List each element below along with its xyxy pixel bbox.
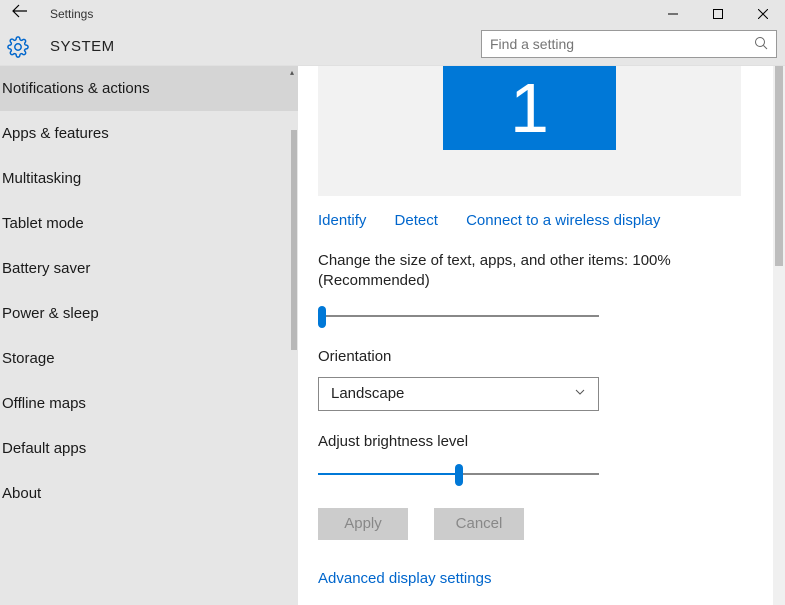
search-input[interactable] [490, 36, 754, 52]
monitor-number: 1 [510, 68, 549, 148]
orientation-label: Orientation [318, 348, 741, 365]
display-links: Identify Detect Connect to a wireless di… [318, 212, 785, 229]
scale-slider[interactable] [318, 306, 599, 326]
maximize-icon [713, 9, 723, 19]
sidebar-item-battery[interactable]: Battery saver [0, 246, 298, 291]
detect-link[interactable]: Detect [395, 212, 438, 229]
advanced-display-link[interactable]: Advanced display settings [318, 570, 785, 587]
sidebar-item-apps[interactable]: Apps & features [0, 111, 298, 156]
cancel-label: Cancel [456, 515, 503, 532]
window-title: Settings [50, 7, 93, 21]
header: SYSTEM [0, 28, 785, 66]
sidebar-item-label: Default apps [2, 440, 86, 457]
sidebar-item-storage[interactable]: Storage [0, 336, 298, 381]
close-icon [758, 9, 768, 19]
sidebar-item-label: Apps & features [2, 125, 109, 142]
scroll-up-icon: ▴ [290, 68, 294, 77]
content-scrollbar-thumb[interactable] [775, 66, 783, 266]
display-preview: 1 [318, 66, 741, 196]
search-box[interactable] [481, 30, 777, 58]
sidebar-item-label: Battery saver [2, 260, 90, 277]
brightness-slider[interactable] [318, 464, 599, 484]
settings-gear-icon[interactable] [6, 35, 30, 59]
sidebar-item-tablet[interactable]: Tablet mode [0, 201, 298, 246]
slider-thumb[interactable] [318, 306, 326, 328]
minimize-icon [668, 9, 678, 19]
brightness-setting: Adjust brightness level [318, 433, 741, 484]
content-scrollbar[interactable] [773, 66, 785, 605]
sidebar-scrollbar[interactable]: ▴ [290, 66, 298, 605]
minimize-button[interactable] [650, 0, 695, 28]
sidebar-item-about[interactable]: About [0, 471, 298, 516]
sidebar-item-label: Offline maps [2, 395, 86, 412]
monitor-1[interactable]: 1 [443, 66, 616, 150]
sidebar-scrollbar-thumb[interactable] [291, 130, 297, 350]
brightness-label: Adjust brightness level [318, 433, 741, 450]
sidebar-item-label: Multitasking [2, 170, 81, 187]
sidebar-item-default-apps[interactable]: Default apps [0, 426, 298, 471]
slider-fill [318, 473, 459, 475]
window-controls [650, 0, 785, 28]
sidebar-item-label: Tablet mode [2, 215, 84, 232]
search-icon [754, 36, 768, 53]
apply-cancel-row: Apply Cancel [318, 508, 785, 540]
scale-label: Change the size of text, apps, and other… [318, 251, 741, 292]
slider-track-line [318, 315, 599, 317]
chevron-down-icon [574, 385, 586, 402]
titlebar: Settings [0, 0, 785, 28]
scale-setting: Change the size of text, apps, and other… [318, 251, 741, 326]
slider-thumb[interactable] [455, 464, 463, 486]
content-pane: 1 Identify Detect Connect to a wireless … [298, 66, 785, 605]
section-title: SYSTEM [50, 38, 115, 55]
apply-label: Apply [344, 515, 382, 532]
back-arrow-icon [12, 4, 28, 18]
sidebar-item-label: Storage [2, 350, 55, 367]
sidebar-item-label: About [2, 485, 41, 502]
identify-link[interactable]: Identify [318, 212, 366, 229]
maximize-button[interactable] [695, 0, 740, 28]
sidebar-item-power[interactable]: Power & sleep [0, 291, 298, 336]
apply-button[interactable]: Apply [318, 508, 408, 540]
wireless-display-link[interactable]: Connect to a wireless display [466, 212, 660, 229]
orientation-select[interactable]: Landscape [318, 377, 599, 411]
cancel-button[interactable]: Cancel [434, 508, 524, 540]
close-button[interactable] [740, 0, 785, 28]
sidebar-item-label: Power & sleep [2, 305, 99, 322]
back-button[interactable] [0, 0, 40, 28]
sidebar-item-label: Notifications & actions [2, 80, 150, 97]
orientation-value: Landscape [331, 385, 404, 402]
sidebar-item-offline-maps[interactable]: Offline maps [0, 381, 298, 426]
sidebar: Notifications & actions Apps & features … [0, 66, 298, 605]
sidebar-item-multitasking[interactable]: Multitasking [0, 156, 298, 201]
sidebar-item-notifications[interactable]: Notifications & actions [0, 66, 298, 111]
orientation-setting: Orientation Landscape [318, 348, 741, 411]
